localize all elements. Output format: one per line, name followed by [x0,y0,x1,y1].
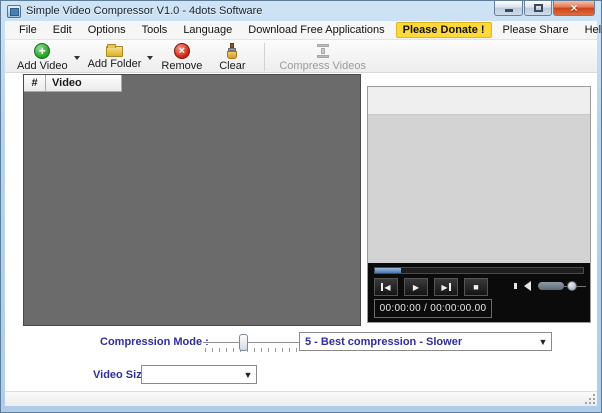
menu-please-donate[interactable]: Please Donate ! [396,22,492,38]
compression-mode-dropdown[interactable]: 5 - Best compression - Slower ▼ [299,332,552,351]
close-icon: × [570,2,577,14]
video-list[interactable]: # Video [23,74,361,326]
menu-please-share[interactable]: Please Share [495,22,577,38]
clear-button[interactable]: Clear [208,42,256,73]
seek-bar[interactable] [374,267,584,274]
seek-progress [375,268,401,273]
stop-icon: ■ [473,282,478,292]
menu-language[interactable]: Language [175,22,240,38]
add-video-button[interactable]: + Add Video [11,42,74,73]
video-size-dropdown[interactable]: ▼ [141,365,257,384]
slider-ticks [205,348,299,352]
maximize-button[interactable] [524,1,552,16]
preview-panel: ◀ ▶ ▶ ■ 00:00:00 / 00:00:00.00 [367,86,591,323]
compress-videos-button[interactable]: Compress Videos [273,42,372,73]
skip-back-button[interactable]: ◀ [374,278,398,296]
video-list-header: # Video [24,75,360,92]
app-icon [7,5,21,18]
menu-options[interactable]: Options [80,22,134,38]
window-title: Simple Video Compressor V1.0 - 4dots Sof… [26,5,262,17]
toolbar-separator [264,43,265,71]
slider-thumb[interactable] [239,334,248,351]
toolbar: + Add Video Add Folder × Remove Clear Co… [5,40,597,73]
menu-file[interactable]: File [11,22,45,38]
remove-button[interactable]: × Remove [155,42,208,73]
remove-label: Remove [161,60,202,72]
play-icon: ▶ [413,283,419,292]
menu-download-free-applications[interactable]: Download Free Applications [240,22,392,38]
add-folder-dropdown-arrow-icon[interactable] [147,56,153,60]
dropdown-arrow-icon: ▼ [535,337,551,347]
play-button[interactable]: ▶ [404,278,428,296]
skip-back-bar-icon [381,283,383,291]
time-display: 00:00:00 / 00:00:00.00 [374,299,492,318]
compression-mode-value: 5 - Best compression - Slower [300,336,535,348]
minimize-icon [505,9,513,12]
player-controls: ◀ ▶ ▶ ■ 00:00:00 / 00:00:00.00 [368,263,590,322]
skip-forward-bar-icon [449,283,451,291]
maximize-icon [534,4,543,12]
add-video-label: Add Video [17,60,68,72]
add-folder-icon [106,46,123,57]
compress-videos-icon [315,43,331,59]
add-folder-label: Add Folder [88,58,142,70]
column-header-number[interactable]: # [24,75,46,92]
compress-videos-label: Compress Videos [279,60,366,72]
menu-bar: File Edit Options Tools Language Downloa… [5,21,597,40]
clear-label: Clear [219,60,245,72]
menu-edit[interactable]: Edit [45,22,80,38]
preview-top-area [368,87,590,115]
menu-help[interactable]: Help [577,22,602,38]
compression-mode-label: Compression Mode : [100,336,209,348]
status-bar [5,391,597,406]
add-folder-button[interactable]: Add Folder [82,42,148,71]
slider-track [203,342,301,344]
volume-track[interactable] [538,282,564,290]
compression-mode-slider[interactable] [203,331,301,353]
titlebar: Simple Video Compressor V1.0 - 4dots Sof… [5,1,597,21]
dropdown-arrow-icon: ▼ [240,370,256,380]
column-header-video[interactable]: Video [46,75,122,92]
clear-icon [224,43,240,59]
add-video-icon: + [34,43,50,59]
menu-tools[interactable]: Tools [134,22,176,38]
video-preview-area [368,115,590,263]
close-button[interactable]: × [553,1,595,16]
app-window: Simple Video Compressor V1.0 - 4dots Sof… [0,0,602,413]
client-area: # Video ◀ ▶ ▶ [5,73,597,391]
skip-forward-icon: ▶ [441,283,447,292]
speaker-icon[interactable] [524,281,531,291]
remove-icon: × [174,43,190,59]
volume-slider-thumb[interactable] [567,281,577,291]
skip-forward-button[interactable]: ▶ [434,278,458,296]
minimize-button[interactable] [494,1,523,16]
add-video-dropdown-arrow-icon[interactable] [74,56,80,60]
stop-button[interactable]: ■ [464,278,488,296]
resize-grip[interactable] [585,394,595,404]
skip-back-icon: ◀ [384,283,390,292]
